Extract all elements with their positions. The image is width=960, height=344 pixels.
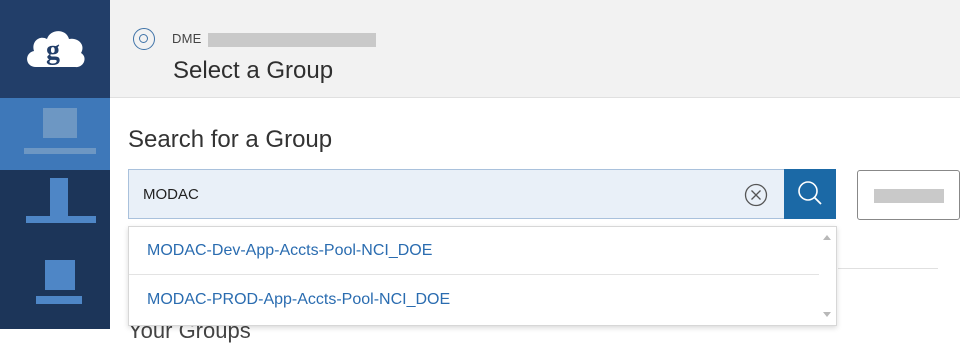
search-heading: Search for a Group [128,126,333,153]
nav-label-placeholder [24,148,96,154]
redacted-button-label [874,189,944,203]
scroll-up-arrow-icon[interactable] [823,235,831,240]
nav-label-placeholder [36,296,82,304]
suggestion-item[interactable]: MODAC-PROD-App-Accts-Pool-NCI_DOE [129,276,819,324]
nav-icon [50,178,68,218]
page-title: Select a Group [173,57,334,84]
sidebar-item-2[interactable] [0,170,110,248]
scroll-down-arrow-icon[interactable] [823,312,831,317]
dropdown-scrollbar[interactable] [818,227,836,325]
redacted-org-name [208,33,376,47]
logo-link[interactable]: g [0,0,110,98]
sidebar: g [0,0,110,329]
search-field [128,169,784,219]
divider [838,268,938,269]
nav-icon [43,108,77,138]
org-label: DME [172,31,202,46]
svg-text:g: g [46,35,60,66]
clear-icon[interactable] [744,183,768,207]
page-header: DME Select a Group [110,0,960,98]
sidebar-item-1[interactable] [0,98,110,170]
suggestion-item[interactable]: MODAC-Dev-App-Accts-Pool-NCI_DOE [129,227,819,275]
search-icon [798,181,822,205]
sidebar-item-3[interactable] [0,248,110,329]
circle-target-icon [133,28,155,50]
search-button[interactable] [784,169,836,219]
suggestions-dropdown: MODAC-Dev-App-Accts-Pool-NCI_DOE MODAC-P… [128,226,837,326]
secondary-button[interactable] [857,170,960,220]
globus-logo-icon: g [27,31,85,68]
search-input[interactable] [143,170,733,218]
nav-icon-base [26,216,96,223]
nav-icon [45,260,75,290]
